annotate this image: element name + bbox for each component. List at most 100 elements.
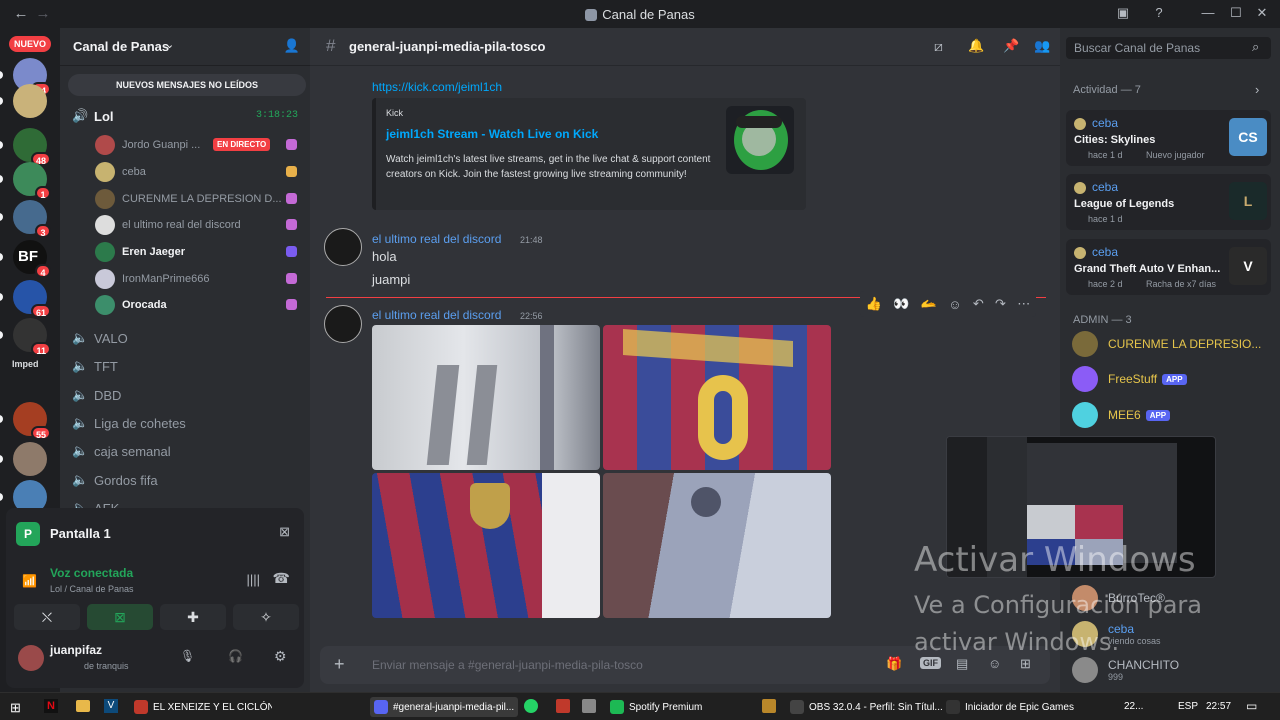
server-icon[interactable] (13, 442, 47, 476)
voice-member[interactable]: Jordo Guanpi ... (95, 134, 200, 156)
activities-button[interactable]: ✚ (160, 604, 226, 630)
message-input[interactable]: Enviar mensaje a #general-juanpi-media-p… (372, 658, 643, 672)
voice-member[interactable]: ceba (95, 161, 146, 183)
kick-link[interactable]: https://kick.com/jeiml1ch (372, 80, 502, 94)
reply-icon[interactable]: ↶ (973, 296, 984, 312)
stop-stream-icon[interactable]: ⊠ (279, 524, 290, 540)
maximize-icon[interactable]: ☐ (1227, 5, 1245, 21)
microphone-icon[interactable]: 🎙 (180, 649, 195, 663)
new-unread-banner[interactable]: NUEVOS MENSAJES NO LEÍDOS (68, 74, 306, 96)
server-icon[interactable]: BF 4 (13, 240, 51, 278)
reaction-thumbs-up[interactable]: 👍 (866, 296, 882, 312)
reaction-hand[interactable]: 🫴 (921, 296, 937, 312)
taskbar-item[interactable]: Iniciador de Epic Games (946, 697, 1080, 717)
noise-suppression-icon[interactable]: |||| (246, 572, 260, 587)
activity-card[interactable]: ceba Grand Theft Auto V Enhan... hace 2 d R… (1066, 239, 1271, 295)
message-author[interactable]: el ultimo real del discord (372, 308, 501, 322)
minimize-icon[interactable]: — (1199, 5, 1217, 20)
activity-card[interactable]: ceba Cities: Skylines hace 1 d Nuevo jugado… (1066, 110, 1271, 166)
screen-share-button[interactable]: ⊠ (87, 604, 153, 630)
voice-channel[interactable]: 🔈 caja semanal (72, 440, 171, 462)
embed-title[interactable]: jeiml1ch Stream - Watch Live on Kick (386, 127, 598, 141)
attachment-image[interactable] (372, 473, 600, 618)
attachment-image[interactable] (603, 325, 831, 470)
headset-icon[interactable]: 🎧 (228, 649, 243, 663)
more-icon[interactable]: ⋯ (1017, 296, 1030, 312)
voice-channel-lol[interactable]: 🔊 Lol (72, 105, 114, 127)
taskbar-item[interactable]: Spotify Premium (610, 697, 722, 717)
avatar[interactable] (18, 645, 44, 671)
app-icon[interactable] (582, 699, 596, 713)
member-row[interactable]: FreeStuff APP (1072, 365, 1187, 393)
forward-icon[interactable]: ↷ (995, 296, 1006, 312)
start-icon[interactable]: ⊞ (10, 700, 21, 716)
member-row[interactable]: CURENME LA DEPRESIO... (1072, 330, 1261, 358)
app-v-icon[interactable]: V (104, 699, 118, 713)
back-arrow-icon[interactable]: ← (10, 5, 32, 22)
embed-thumbnail[interactable] (726, 106, 794, 174)
voice-channel[interactable]: 🔈 TFT (72, 355, 118, 377)
avatar[interactable] (324, 228, 362, 266)
server-icon[interactable]: 48 (13, 128, 51, 166)
soundboard-button[interactable]: ✧ (233, 604, 299, 630)
emoji-icon[interactable]: ☺ (988, 656, 1001, 671)
gif-icon[interactable]: GIF (920, 657, 941, 669)
taskbar-item[interactable]: OBS 32.0.4 - Perfil: Sin Títul... (790, 697, 942, 717)
server-icon[interactable]: 11 (13, 318, 51, 356)
voice-location[interactable]: Lol / Canal de Panas (50, 584, 134, 594)
voice-member[interactable]: Orocada (95, 294, 167, 316)
server-icon[interactable]: 55 (13, 402, 51, 440)
whatsapp-icon[interactable] (524, 699, 538, 713)
server-icon[interactable]: 61 (13, 280, 51, 318)
member-row[interactable]: MEE6 APP (1072, 401, 1171, 429)
bell-icon[interactable]: 🔔 (968, 38, 984, 54)
reaction-eyes[interactable]: 👀 (893, 296, 909, 312)
search-icon[interactable]: ⌕ (1252, 39, 1259, 55)
settings-gear-icon[interactable]: ⚙ (274, 648, 287, 665)
camera-off-button[interactable]: ⛌ (14, 604, 80, 630)
attachment-image[interactable] (603, 473, 831, 618)
user-status[interactable]: de tranquis (84, 661, 129, 671)
add-member-icon[interactable]: 👤 (284, 38, 300, 54)
search-input[interactable]: Buscar Canal de Panas (1066, 37, 1271, 59)
netflix-icon[interactable]: N (44, 699, 58, 713)
voice-member[interactable]: IronManPrime666 (95, 268, 209, 290)
voice-member[interactable]: Eren Jaeger (95, 241, 185, 263)
disconnect-icon[interactable]: ☎ (273, 570, 290, 587)
help-icon[interactable]: ? (1150, 5, 1168, 20)
inbox-icon[interactable]: ▣ (1114, 5, 1132, 21)
server-label-imped[interactable]: Imped (12, 359, 39, 369)
voice-status[interactable]: Voz conectada (50, 566, 133, 580)
server-icon[interactable] (13, 84, 47, 118)
voice-channel[interactable]: 🔈 VALO (72, 327, 128, 349)
guild-name[interactable]: Canal de Panas (73, 39, 169, 54)
server-icon[interactable]: 1 (13, 162, 51, 200)
add-reaction-icon[interactable]: ☺ (948, 297, 961, 312)
pin-icon[interactable]: 📌 (1003, 38, 1019, 54)
taskbar-item[interactable]: #general-juanpi-media-pil... (370, 697, 518, 717)
voice-channel[interactable]: 🔈 Gordos fifa (72, 469, 158, 491)
activity-card[interactable]: ceba League of Legends hace 1 d L (1066, 174, 1271, 230)
close-icon[interactable]: ✕ (1253, 5, 1271, 21)
voice-channel[interactable]: 🔈 Liga de cohetes (72, 412, 186, 434)
guild-header[interactable]: Canal de Panas ⌄ 👤 (60, 28, 310, 66)
threads-icon[interactable]: ⧄ (934, 38, 943, 55)
voice-channel[interactable]: 🔈 DBD (72, 384, 121, 406)
server-icon[interactable]: 3 (13, 200, 51, 238)
pdf-icon[interactable] (556, 699, 570, 713)
app-icon[interactable] (762, 699, 776, 713)
forward-arrow-icon[interactable]: → (32, 5, 54, 22)
chevron-down-icon[interactable]: ⌄ (165, 38, 174, 51)
clock[interactable]: 22:57 (1206, 701, 1231, 712)
sticker-icon[interactable]: ▤ (956, 656, 968, 672)
voice-member[interactable]: el ultimo real del discord (95, 214, 241, 236)
message-author[interactable]: el ultimo real del discord (372, 232, 501, 246)
taskbar-item[interactable]: EL XENEIZE Y EL CICLÓN E... (134, 697, 272, 717)
notifications-icon[interactable]: ▭ (1246, 699, 1257, 713)
member-row[interactable]: CHANCHITO 999 (1072, 656, 1179, 684)
member-list-icon[interactable]: 👥 (1034, 38, 1050, 54)
weather-temp[interactable]: 22... (1124, 701, 1143, 712)
chevron-right-icon[interactable]: › (1255, 82, 1259, 97)
username[interactable]: juanpifaz (50, 643, 102, 657)
language-indicator[interactable]: ESP (1178, 701, 1198, 712)
